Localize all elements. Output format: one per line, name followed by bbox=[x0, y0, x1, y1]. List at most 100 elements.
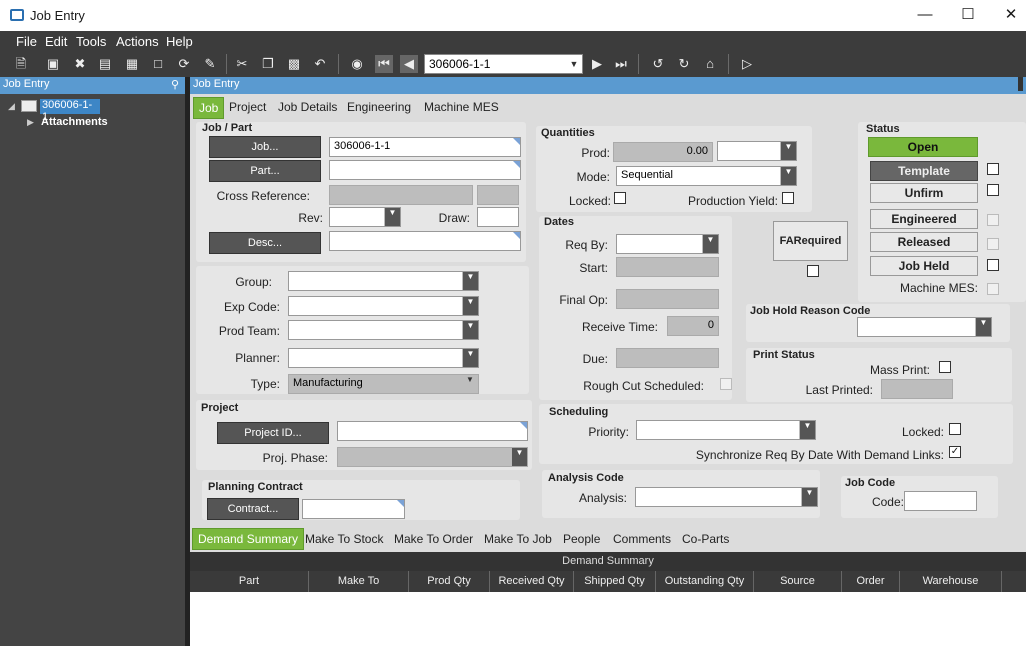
next-record-icon[interactable]: ▶ bbox=[588, 55, 606, 73]
column-shipped-qty[interactable]: Shipped Qty bbox=[574, 571, 656, 592]
minimize-button[interactable]: — bbox=[910, 5, 940, 25]
grid-icon[interactable]: ▦ bbox=[123, 55, 141, 73]
last-record-icon[interactable]: ⏭ bbox=[612, 55, 630, 73]
menu-edit[interactable]: Edit bbox=[45, 34, 67, 49]
expand-icon[interactable]: ▶ bbox=[27, 117, 34, 128]
template-checkbox[interactable] bbox=[987, 163, 999, 175]
uom-select[interactable]: ▼ bbox=[717, 141, 797, 161]
sync-req-by-checkbox[interactable]: ✓ bbox=[949, 446, 961, 458]
fa-required-button[interactable]: FARequired bbox=[773, 221, 848, 261]
chevron-down-icon[interactable]: ▼ bbox=[702, 235, 718, 253]
mass-print-checkbox[interactable] bbox=[939, 361, 951, 373]
tab-co-parts[interactable]: Co-Parts bbox=[682, 532, 729, 546]
group-select[interactable]: ▼ bbox=[288, 271, 479, 291]
tab-engineering[interactable]: Engineering bbox=[347, 100, 411, 114]
tab-machine-mes[interactable]: Machine MES bbox=[424, 100, 499, 114]
chevron-down-icon[interactable]: ▼ bbox=[462, 375, 478, 393]
tab-demand-summary[interactable]: Demand Summary bbox=[192, 528, 305, 550]
maximize-button[interactable]: ☐ bbox=[953, 5, 983, 25]
released-button[interactable]: Released bbox=[870, 232, 978, 252]
template-button[interactable]: Template bbox=[870, 161, 978, 181]
column-warehouse[interactable]: Warehouse bbox=[900, 571, 1002, 592]
tab-job-details[interactable]: Job Details bbox=[278, 100, 337, 114]
req-by-field[interactable]: ▼ bbox=[616, 234, 719, 254]
close-button[interactable]: ✕ bbox=[996, 5, 1026, 25]
prev-record-icon[interactable]: ◀ bbox=[400, 55, 418, 73]
job-code-field[interactable] bbox=[904, 491, 977, 511]
new-icon[interactable]: 🗎 bbox=[12, 55, 30, 73]
menu-file[interactable]: File bbox=[16, 34, 37, 49]
first-record-icon[interactable]: ⏮ bbox=[375, 55, 393, 73]
project-id-button[interactable]: Project ID... bbox=[217, 422, 329, 444]
open-status-button[interactable]: Open bbox=[868, 137, 978, 157]
tab-make-to-order[interactable]: Make To Order bbox=[394, 532, 473, 546]
play-icon[interactable]: ▷ bbox=[738, 55, 756, 73]
chevron-down-icon[interactable]: ▼ bbox=[799, 421, 815, 439]
engineered-button[interactable]: Engineered bbox=[870, 209, 978, 229]
save-icon[interactable]: ▣ bbox=[44, 55, 62, 73]
book-icon[interactable]: ▤ bbox=[96, 55, 114, 73]
tab-comments[interactable]: Comments bbox=[613, 532, 671, 546]
binoculars-icon[interactable]: ◉ bbox=[348, 55, 366, 73]
production-yield-checkbox[interactable] bbox=[782, 192, 794, 204]
scheduling-locked-checkbox[interactable] bbox=[949, 423, 961, 435]
planner-select[interactable]: ▼ bbox=[288, 348, 479, 368]
description-field[interactable] bbox=[329, 231, 521, 251]
menu-actions[interactable]: Actions bbox=[116, 34, 159, 49]
analysis-select[interactable]: ▼ bbox=[635, 487, 818, 507]
chevron-down-icon[interactable]: ▼ bbox=[975, 318, 991, 336]
job-number-field[interactable]: 306006-1-1 bbox=[329, 137, 521, 157]
undo-icon[interactable]: ↶ bbox=[311, 55, 329, 73]
tab-job[interactable]: Job bbox=[193, 97, 225, 119]
chevron-down-icon[interactable]: ▼ bbox=[462, 349, 478, 367]
chevron-down-icon[interactable]: ▼ bbox=[801, 488, 817, 506]
job-button[interactable]: Job... bbox=[209, 136, 321, 158]
column-make-to[interactable]: Make To bbox=[309, 571, 409, 592]
tab-project[interactable]: Project bbox=[229, 100, 266, 114]
chevron-down-icon[interactable]: ▼ bbox=[780, 142, 796, 160]
brush-icon[interactable]: ✎ bbox=[201, 55, 219, 73]
locked-checkbox[interactable] bbox=[614, 192, 626, 204]
delete-icon[interactable]: ✖ bbox=[71, 55, 89, 73]
job-held-checkbox[interactable] bbox=[987, 259, 999, 271]
refresh-icon[interactable]: ⟳ bbox=[175, 55, 193, 73]
unfirm-checkbox[interactable] bbox=[987, 184, 999, 196]
job-held-button[interactable]: Job Held bbox=[870, 256, 978, 276]
column-source[interactable]: Source bbox=[754, 571, 842, 592]
rev-select[interactable]: ▼ bbox=[329, 207, 401, 227]
job-hold-reason-select[interactable]: ▼ bbox=[857, 317, 992, 337]
chevron-down-icon[interactable]: ▼ bbox=[511, 448, 527, 466]
desc-button[interactable]: Desc... bbox=[209, 232, 321, 254]
draw-field[interactable] bbox=[477, 207, 519, 227]
chevron-down-icon[interactable]: ▼ bbox=[462, 272, 478, 290]
column-outstanding-qty[interactable]: Outstanding Qty bbox=[656, 571, 754, 592]
menu-tools[interactable]: Tools bbox=[76, 34, 106, 49]
chevron-down-icon[interactable]: ▼ bbox=[462, 297, 478, 315]
chevron-down-icon[interactable]: ▼ bbox=[566, 55, 582, 73]
paste-icon[interactable]: ▩ bbox=[285, 55, 303, 73]
demand-summary-grid[interactable] bbox=[190, 592, 1026, 646]
tab-people[interactable]: People bbox=[563, 532, 600, 546]
fa-required-checkbox[interactable] bbox=[807, 265, 819, 277]
chevron-down-icon[interactable]: ▼ bbox=[384, 208, 400, 226]
column-prod-qty[interactable]: Prod Qty bbox=[409, 571, 490, 592]
cut-icon[interactable]: ✂ bbox=[233, 55, 251, 73]
priority-select[interactable]: ▼ bbox=[636, 420, 816, 440]
tab-make-to-job[interactable]: Make To Job bbox=[484, 532, 552, 546]
part-field[interactable] bbox=[329, 160, 521, 180]
prod-team-select[interactable]: ▼ bbox=[288, 320, 479, 340]
column-part[interactable]: Part bbox=[190, 571, 309, 592]
mode-select[interactable]: Sequential ▼ bbox=[616, 166, 797, 186]
part-button[interactable]: Part... bbox=[209, 160, 321, 182]
record-navigator-input[interactable]: 306006-1-1 bbox=[424, 54, 583, 74]
note-icon[interactable]: □ bbox=[149, 55, 167, 73]
proj-phase-select[interactable]: ▼ bbox=[337, 447, 528, 467]
contract-field[interactable] bbox=[302, 499, 405, 519]
tree-node-attachments[interactable]: Attachments bbox=[41, 116, 108, 128]
collapse-icon[interactable]: ◢ bbox=[8, 101, 15, 112]
chevron-down-icon[interactable]: ▼ bbox=[462, 321, 478, 339]
exp-code-select[interactable]: ▼ bbox=[288, 296, 479, 316]
copy-icon[interactable]: ❐ bbox=[259, 55, 277, 73]
project-id-field[interactable] bbox=[337, 421, 528, 441]
home-icon[interactable]: ⌂ bbox=[701, 55, 719, 73]
